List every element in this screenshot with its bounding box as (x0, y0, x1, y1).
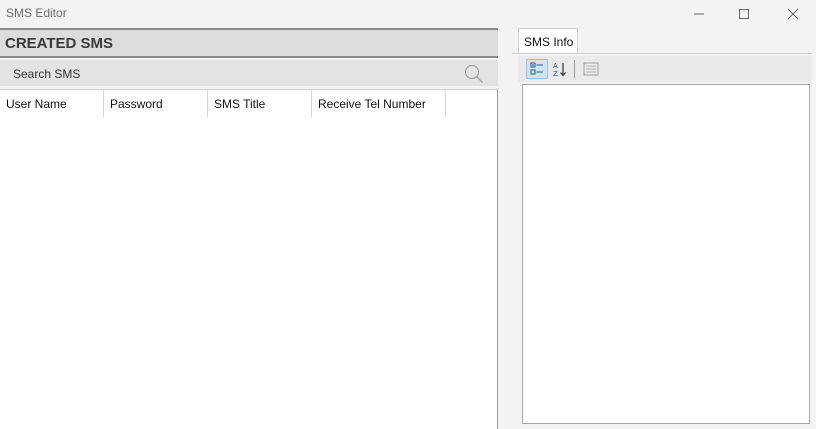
created-sms-header: CREATED SMS (0, 28, 498, 58)
sms-table[interactable]: User Name Password SMS Title Receive Tel… (0, 89, 498, 429)
svg-text:A: A (553, 62, 558, 70)
search-sms-input[interactable]: Search SMS (13, 67, 80, 81)
close-icon (787, 8, 799, 20)
property-pages-icon (583, 62, 599, 76)
property-pages-button[interactable] (580, 59, 602, 79)
svg-text:Z: Z (553, 70, 558, 77)
column-header-password[interactable]: Password (104, 90, 208, 117)
property-grid-toolbar: A Z (518, 56, 812, 82)
table-header: User Name Password SMS Title Receive Tel… (0, 90, 497, 117)
minimize-button[interactable] (676, 0, 722, 28)
sms-info-property-grid[interactable] (522, 84, 810, 424)
close-button[interactable] (770, 0, 816, 28)
search-sms-bar[interactable]: Search SMS (0, 60, 498, 86)
alphabetical-sort-icon: A Z (553, 62, 566, 77)
categorized-button[interactable] (526, 59, 548, 79)
maximize-button[interactable] (721, 0, 767, 28)
tab-sms-info[interactable]: SMS Info (518, 28, 578, 53)
search-icon[interactable] (464, 64, 484, 84)
window-title: SMS Editor (6, 6, 67, 20)
column-header-user-name[interactable]: User Name (0, 90, 104, 117)
column-header-sms-title[interactable]: SMS Title (208, 90, 312, 117)
minimize-icon (694, 13, 704, 15)
created-sms-title: CREATED SMS (5, 35, 114, 52)
toolbar-separator (574, 60, 575, 78)
maximize-icon (739, 9, 749, 19)
title-bar: SMS Editor (0, 0, 816, 28)
created-sms-panel: CREATED SMS Search SMS User Name Passwor… (0, 28, 498, 429)
column-header-receive-tel-number[interactable]: Receive Tel Number (312, 90, 446, 117)
alphabetical-sort-button[interactable]: A Z (549, 59, 571, 79)
sms-info-tabstrip: SMS Info (512, 28, 812, 54)
categorized-icon (530, 62, 543, 75)
